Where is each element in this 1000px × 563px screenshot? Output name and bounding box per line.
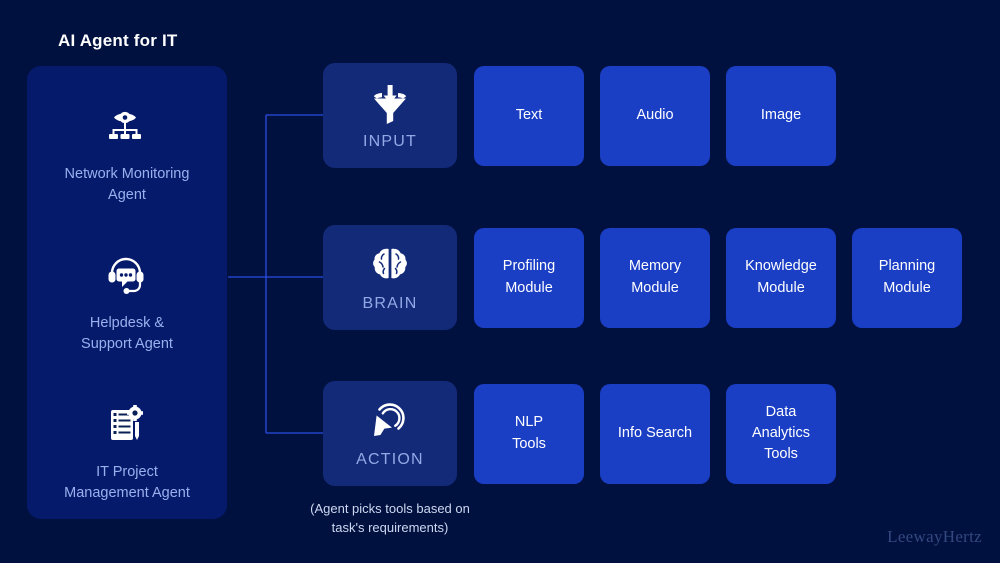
sidebar-item-it-project-management-agent[interactable]: IT Project Management Agent	[27, 402, 227, 503]
module-card[interactable]: Audio	[600, 65, 710, 166]
sidebar-item-label: IT Project Management Agent	[64, 464, 190, 501]
module-card-label: Planning Module	[878, 258, 936, 296]
page-title: AI Agent for IT	[58, 31, 178, 50]
brand-watermark: LeewayHertz	[887, 527, 982, 546]
brain-icon	[368, 243, 412, 289]
module-card-label: Knowledge Module	[745, 258, 817, 296]
sidebar-item-label: Helpdesk & Support Agent	[81, 315, 173, 352]
lead-card-brain[interactable]: BRAIN	[323, 225, 457, 330]
module-card-label: Data Analytics Tools	[751, 403, 811, 462]
module-card[interactable]: Memory Module	[600, 227, 710, 328]
module-card[interactable]: Planning Module	[852, 227, 962, 328]
lead-card-label: INPUT	[363, 132, 417, 150]
module-card[interactable]: Text	[474, 65, 584, 166]
sidebar-item-helpdesk-support-agent[interactable]: Helpdesk & Support Agent	[27, 253, 227, 354]
module-card[interactable]: Image	[726, 65, 836, 166]
sidebar-item-label: Network Monitoring Agent	[64, 166, 190, 203]
lead-card-action[interactable]: ACTION	[323, 381, 457, 486]
funnel-download-icon	[368, 81, 412, 127]
sidebar-item-network-monitoring-agent[interactable]: Network Monitoring Agent	[27, 104, 227, 205]
connector-bracket	[228, 114, 325, 434]
module-card-label: Image	[760, 106, 802, 123]
module-card[interactable]: Profiling Module	[474, 227, 584, 328]
lead-card-label: ACTION	[356, 450, 424, 468]
agents-sidebar: Network Monitoring Agent Helpdesk & Supp…	[27, 66, 227, 519]
checklist-gear-pen-icon	[104, 402, 150, 448]
lead-card-label: BRAIN	[362, 294, 418, 312]
module-card-label: Info Search	[617, 424, 693, 441]
module-card-label: Profiling Module	[502, 258, 556, 296]
module-card-label: Audio	[636, 106, 674, 123]
tools-caption: (Agent picks tools based on task's requi…	[310, 501, 470, 535]
headset-chat-support-icon	[104, 253, 150, 299]
module-card-label: Text	[515, 106, 543, 123]
module-card[interactable]: NLP Tools	[474, 383, 584, 484]
row-brain: BRAIN Profiling Module Memory Module Kno…	[323, 225, 962, 330]
lead-card-input[interactable]: INPUT	[323, 63, 457, 168]
module-card[interactable]: Data Analytics Tools	[726, 383, 836, 484]
module-card[interactable]: Info Search	[600, 383, 710, 484]
row-input: INPUT Text Audio Image	[323, 63, 836, 168]
module-card-label: NLP Tools	[512, 414, 546, 452]
network-monitor-eye-icon	[104, 104, 150, 150]
cursor-click-icon	[368, 399, 412, 445]
diagram-canvas: AI Agent for IT Network Monitoring Agent…	[0, 0, 1000, 563]
row-action: ACTION NLP Tools Info Search Data Analyt…	[323, 381, 836, 486]
module-card[interactable]: Knowledge Module	[726, 227, 836, 328]
module-card-label: Memory Module	[628, 258, 682, 296]
